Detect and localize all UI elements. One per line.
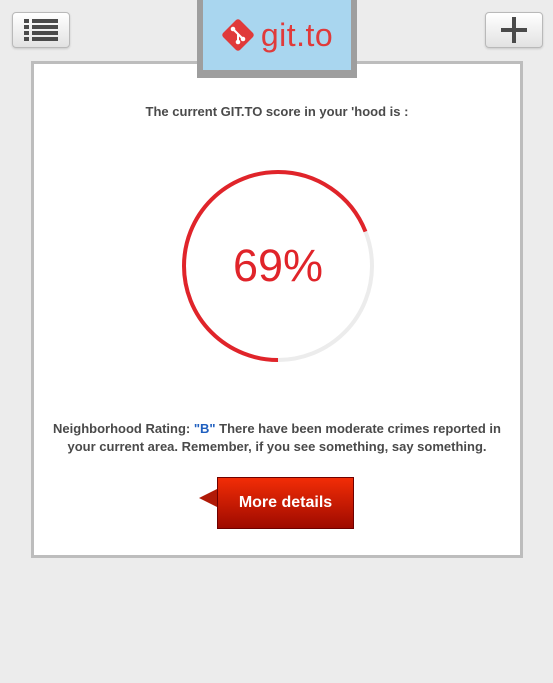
logo-text: git.to [260,16,334,53]
list-icon [24,19,58,41]
score-title: The current GIT.TO score in your 'hood i… [145,104,409,119]
rating-label: Neighborhood Rating: [53,421,194,436]
plus-icon [501,17,527,43]
score-value: 69% [232,240,324,291]
add-button[interactable] [485,12,543,48]
score-card: The current GIT.TO score in your 'hood i… [31,61,523,558]
rating-grade: "B" [193,421,216,436]
menu-button[interactable] [12,12,70,48]
logo: git.to [197,0,357,78]
git-logo-icon [222,19,254,51]
neighborhood-rating: Neighborhood Rating: "B" There have been… [52,420,502,456]
more-details-button[interactable]: More details [217,477,354,529]
